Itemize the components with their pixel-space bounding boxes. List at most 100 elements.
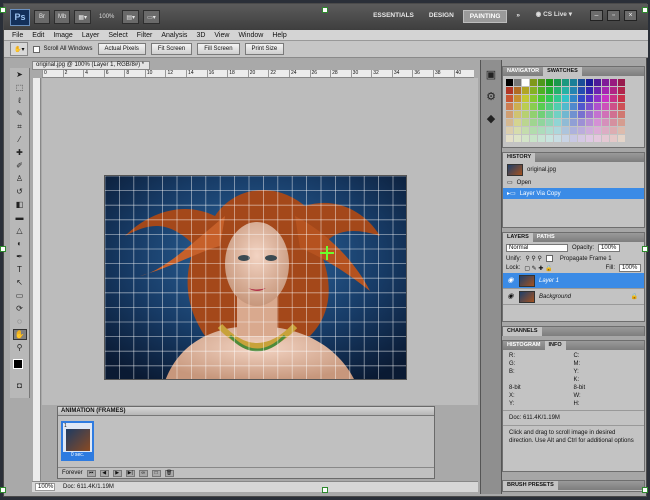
gradient-tool-icon[interactable]: ▬ — [13, 212, 27, 223]
swatch[interactable] — [570, 119, 577, 126]
shape-tool-icon[interactable]: ▭ — [13, 290, 27, 301]
tab-swatches[interactable]: SWATCHES — [543, 67, 582, 76]
swatch[interactable] — [530, 127, 537, 134]
swatch[interactable] — [618, 103, 625, 110]
view-extras-button[interactable]: ▦▾ — [74, 10, 92, 24]
swatch[interactable] — [586, 119, 593, 126]
swatch[interactable] — [578, 87, 585, 94]
clone-stamp-tool-icon[interactable]: ♙ — [13, 173, 27, 184]
swatch[interactable] — [610, 79, 617, 86]
swatch[interactable] — [578, 79, 585, 86]
zoom-tool-icon[interactable]: ⚲ — [13, 342, 27, 353]
swatch[interactable] — [514, 111, 521, 118]
swatch[interactable] — [594, 135, 601, 142]
swatch[interactable] — [506, 127, 513, 134]
swatch[interactable] — [570, 127, 577, 134]
swatch[interactable] — [522, 95, 529, 102]
quick-selection-tool-icon[interactable]: ✎ — [13, 108, 27, 119]
resize-handle[interactable] — [642, 487, 648, 493]
swatch[interactable] — [610, 87, 617, 94]
workspace-overflow-icon[interactable]: » — [510, 10, 526, 23]
swatch[interactable] — [530, 103, 537, 110]
swatch[interactable] — [618, 111, 625, 118]
layer-row-layer-1[interactable]: ◉ Layer 1 — [503, 273, 644, 289]
swatch[interactable] — [522, 119, 529, 126]
blur-tool-icon[interactable]: △ — [13, 225, 27, 236]
next-frame-icon[interactable]: ▶| — [125, 469, 135, 477]
history-step-open[interactable]: ▭ Open — [503, 177, 644, 188]
swatch[interactable] — [522, 111, 529, 118]
swatch[interactable] — [594, 119, 601, 126]
menu-analysis[interactable]: Analysis — [161, 32, 187, 39]
minimize-icon[interactable]: – — [590, 10, 603, 21]
propagate-checkbox[interactable] — [545, 255, 553, 262]
swatch[interactable] — [546, 79, 553, 86]
swatch[interactable] — [602, 87, 609, 94]
swatch[interactable] — [506, 87, 513, 94]
swatch[interactable] — [594, 103, 601, 110]
swatch[interactable] — [538, 103, 545, 110]
swatch[interactable] — [554, 79, 561, 86]
swatch[interactable] — [578, 103, 585, 110]
play-icon[interactable]: ▶ — [112, 469, 122, 477]
navigator-dock-icon[interactable]: ▣ — [483, 66, 499, 82]
swatch[interactable] — [594, 127, 601, 134]
resize-handle[interactable] — [642, 7, 648, 13]
foreground-color[interactable] — [13, 359, 23, 369]
swatch[interactable] — [506, 135, 513, 142]
workspace-design[interactable]: DESIGN — [423, 10, 460, 23]
swatch[interactable] — [554, 119, 561, 126]
swatch[interactable] — [562, 103, 569, 110]
swatch[interactable] — [578, 135, 585, 142]
swatch[interactable] — [554, 127, 561, 134]
swatch[interactable] — [562, 119, 569, 126]
swatch[interactable] — [530, 95, 537, 102]
resize-handle[interactable] — [642, 246, 648, 252]
menu-edit[interactable]: Edit — [32, 32, 44, 39]
swatch[interactable] — [578, 127, 585, 134]
swatch[interactable] — [554, 111, 561, 118]
swatch[interactable] — [618, 95, 625, 102]
screen-mode-button[interactable]: ▭▾ — [143, 10, 160, 24]
minibridge-button[interactable]: Mb — [54, 10, 71, 24]
workspace-painting[interactable]: PAINTING — [462, 10, 508, 23]
swatch[interactable] — [522, 127, 529, 134]
scroll-all-windows-checkbox[interactable] — [33, 45, 41, 53]
swatch[interactable] — [538, 111, 545, 118]
menu-window[interactable]: Window — [238, 32, 263, 39]
hand-tool-icon[interactable]: ✋ — [12, 329, 27, 340]
swatch[interactable] — [546, 95, 553, 102]
swatch[interactable] — [586, 135, 593, 142]
swatch[interactable] — [546, 111, 553, 118]
loop-options[interactable]: Forever — [62, 470, 83, 476]
restore-icon[interactable]: ▫ — [607, 10, 620, 21]
tab-history[interactable]: HISTORY — [503, 153, 536, 162]
previous-frame-icon[interactable]: ◀ — [99, 469, 109, 477]
swatch[interactable] — [530, 111, 537, 118]
pen-tool-icon[interactable]: ✒ — [13, 251, 27, 262]
resize-handle[interactable] — [0, 487, 6, 493]
swatch[interactable] — [570, 87, 577, 94]
swatch[interactable] — [578, 95, 585, 102]
swatch[interactable] — [570, 111, 577, 118]
cs-live-button[interactable]: ◉ CS Live ▾ — [536, 10, 572, 18]
opacity-input[interactable]: 100% — [598, 244, 621, 252]
zoom-level[interactable]: 100% — [95, 14, 118, 20]
path-selection-tool-icon[interactable]: ↖ — [13, 277, 27, 288]
marquee-tool-icon[interactable]: ⬚ — [13, 82, 27, 93]
lasso-tool-icon[interactable]: ℓ — [13, 95, 27, 106]
swatch[interactable] — [546, 87, 553, 94]
swatch[interactable] — [618, 127, 625, 134]
swatch[interactable] — [538, 79, 545, 86]
document-tab[interactable]: original.jpg @ 100% (Layer 1, RGB/8#) * — [32, 61, 150, 70]
fill-input[interactable]: 100% — [619, 264, 641, 272]
swatch[interactable] — [578, 111, 585, 118]
swatch[interactable] — [610, 119, 617, 126]
eraser-tool-icon[interactable]: ◧ — [13, 199, 27, 210]
menu-help[interactable]: Help — [272, 32, 286, 39]
3d-orbit-tool-icon[interactable]: ◌ — [13, 316, 27, 327]
actual-pixels-button[interactable]: Actual Pixels — [97, 43, 146, 55]
3d-rotate-tool-icon[interactable]: ⟳ — [13, 303, 27, 314]
status-zoom[interactable]: 100% — [35, 483, 55, 491]
swatch[interactable] — [562, 95, 569, 102]
